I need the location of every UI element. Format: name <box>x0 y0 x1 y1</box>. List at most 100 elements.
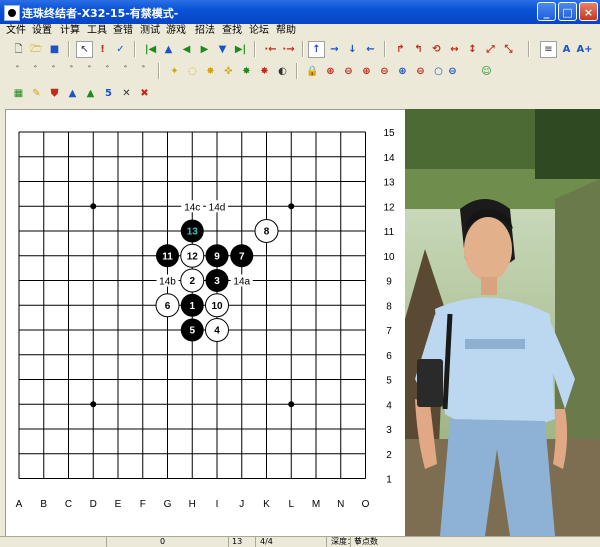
text-block-icon[interactable]: ≡ <box>540 41 557 58</box>
row-label: 12 <box>383 202 395 213</box>
yellow-star-icon[interactable]: ✸ <box>202 63 219 80</box>
open-folder-icon[interactable]: 🗁 <box>28 41 45 58</box>
font-smaller-icon[interactable]: A <box>558 41 575 58</box>
candidate-move-label[interactable]: 14d <box>209 202 226 213</box>
zoom-icon-6[interactable]: ⊖ <box>412 63 429 80</box>
first-move-icon[interactable]: |◀ <box>142 41 159 58</box>
shift-left-icon[interactable]: ·← <box>262 41 279 58</box>
mark-icon-5[interactable]: ﾞ <box>82 63 99 80</box>
menu-search[interactable]: 查找 <box>222 24 242 38</box>
column-label: L <box>288 499 294 510</box>
column-label: N <box>337 499 344 510</box>
window-title: 连珠终结者-X32-15-有禁模式- <box>22 7 179 20</box>
candidate-move-label[interactable]: 14c <box>184 202 200 213</box>
column-label: F <box>140 499 146 510</box>
shield-icon[interactable]: ⛊ <box>46 85 63 102</box>
yin-yang-icon[interactable]: ◐ <box>274 63 291 80</box>
player-icon[interactable]: ☺ <box>478 63 495 80</box>
prev-move-icon[interactable]: ◀ <box>178 41 195 58</box>
menu-compute[interactable]: 计算 <box>60 24 80 38</box>
toolbar-separator <box>384 41 386 57</box>
rotate-right-icon[interactable]: ↱ <box>392 41 409 58</box>
flip-antidiagonal-icon[interactable]: ⤡ <box>500 41 517 58</box>
zoom-out-icon[interactable]: ⊖ <box>340 63 357 80</box>
star-point <box>90 203 97 210</box>
check-icon[interactable]: ✓ <box>112 41 129 58</box>
menu-forum[interactable]: 论坛 <box>249 24 269 38</box>
zoom-icon-5[interactable]: ⊕ <box>394 63 411 80</box>
app-icon[interactable] <box>4 5 20 21</box>
zoom-in-icon[interactable]: ⊕ <box>322 63 339 80</box>
up-triangle-icon[interactable]: ▲ <box>160 41 177 58</box>
column-label: B <box>40 499 47 510</box>
move-number-icon[interactable]: 5 <box>100 85 117 102</box>
row-label: 9 <box>386 277 392 288</box>
magnifier-minus-icon[interactable]: ⊖ <box>444 63 461 80</box>
move-number: 7 <box>239 251 245 262</box>
yellow-cross-icon[interactable]: ✜ <box>220 63 237 80</box>
last-move-icon[interactable]: ▶| <box>232 41 249 58</box>
arrow-right-icon[interactable]: → <box>326 41 343 58</box>
mark-icon-4[interactable]: ﾞ <box>64 63 81 80</box>
flip-diagonal-icon[interactable]: ⤢ <box>482 41 499 58</box>
save-icon[interactable]: ■ <box>46 41 63 58</box>
zoom-icon-3[interactable]: ⊕ <box>358 63 375 80</box>
tree-icon[interactable]: ▲ <box>82 85 99 102</box>
new-file-icon[interactable]: 🗋 <box>10 41 27 58</box>
maximize-button[interactable]: □ <box>558 2 577 21</box>
select-cursor-icon[interactable]: ↖ <box>76 41 93 58</box>
menu-settings[interactable]: 设置 <box>32 24 52 38</box>
mark-icon-1[interactable]: ﾞ <box>10 63 27 80</box>
flip-horizontal-icon[interactable]: ↔ <box>446 41 463 58</box>
red-star-icon[interactable]: ✸ <box>256 63 273 80</box>
down-triangle-icon[interactable]: ▼ <box>214 41 231 58</box>
mark-icon-6[interactable]: ﾞ <box>100 63 117 80</box>
menu-help[interactable]: 帮助 <box>276 24 296 38</box>
pencil-icon[interactable]: ✎ <box>28 85 45 102</box>
move-number: 1 <box>189 301 195 312</box>
column-label: I <box>216 499 219 510</box>
row-label: 5 <box>386 376 392 387</box>
clear-x-icon[interactable]: ✕ <box>118 85 135 102</box>
pyramid-icon[interactable]: ▲ <box>64 85 81 102</box>
delete-x-icon[interactable]: ✖ <box>136 85 153 102</box>
board-panel[interactable]: 14c 14d 14b 14a 1 2 3 4 5 6 7 8 9 10 11 12 13 ABCDEFGHI… <box>5 109 407 538</box>
green-star-icon[interactable]: ✸ <box>238 63 255 80</box>
arrow-left-icon[interactable]: ← <box>362 41 379 58</box>
mark-icon-8[interactable]: ﾞ <box>136 63 153 80</box>
minimize-button[interactable]: _ <box>537 2 556 21</box>
mark-icon-3[interactable]: ﾞ <box>46 63 63 80</box>
menu-file[interactable]: 文件 <box>6 24 26 38</box>
mark-icon-7[interactable]: ﾞ <box>118 63 135 80</box>
grid-board-icon[interactable]: ▦ <box>10 85 27 102</box>
toolbar-separator <box>158 63 160 79</box>
menu-test[interactable]: 测试 <box>140 24 160 38</box>
row-label: 11 <box>384 227 395 238</box>
candidate-move-label[interactable]: 14b <box>159 277 176 288</box>
font-larger-icon[interactable]: A+ <box>576 41 593 58</box>
next-move-icon[interactable]: ▶ <box>196 41 213 58</box>
arrow-down-icon[interactable]: ↓ <box>344 41 361 58</box>
toolbar-separator <box>68 41 70 57</box>
rotate-left-icon[interactable]: ↰ <box>410 41 427 58</box>
menu-moves[interactable]: 招法 <box>195 24 215 38</box>
menu-check-errors[interactable]: 查错 <box>113 24 133 38</box>
zoom-icon-4[interactable]: ⊖ <box>376 63 393 80</box>
close-button[interactable]: × <box>579 2 598 21</box>
gomoku-board[interactable]: 14c 14d14b 14a 12 34567891011 1213 ABCDEFGHI… <box>6 110 406 537</box>
candidate-move-label[interactable]: 14a <box>233 277 250 288</box>
column-label: E <box>115 499 122 510</box>
column-label: H <box>189 499 196 510</box>
menu-game[interactable]: 游戏 <box>166 24 186 38</box>
shift-right-icon[interactable]: ·→ <box>280 41 297 58</box>
star-burst-icon[interactable]: ✦ <box>166 63 183 80</box>
menu-tools[interactable]: 工具 <box>87 24 107 38</box>
mark-icon-2[interactable]: ﾞ <box>28 63 45 80</box>
rotate-180-icon[interactable]: ⟲ <box>428 41 445 58</box>
star-point <box>90 401 97 408</box>
lock-icon[interactable]: 🔒 <box>304 63 321 80</box>
warning-exclaim-icon[interactable]: ! <box>94 41 111 58</box>
flip-vertical-icon[interactable]: ↕ <box>464 41 481 58</box>
arrow-up-icon[interactable]: ↑ <box>308 41 325 58</box>
dotted-circle-icon[interactable]: ◌ <box>184 63 201 80</box>
